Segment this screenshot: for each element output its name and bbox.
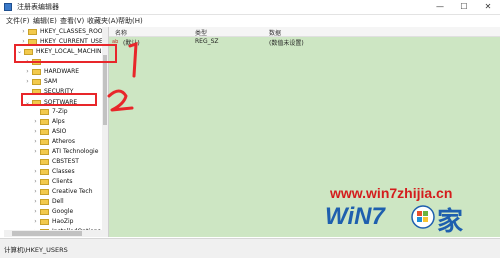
status-bar: 计算机\HKEY_USERS (0, 238, 500, 258)
folder-icon (40, 149, 49, 155)
expand-chevron-icon[interactable]: › (32, 177, 39, 187)
tree-item-label: Google (52, 208, 74, 215)
expand-chevron-icon[interactable]: › (32, 207, 39, 217)
folder-icon (40, 189, 49, 195)
folder-icon (32, 69, 41, 75)
watermark-logo-suffix: 家 (437, 207, 464, 237)
title-bar: 注册表编辑器 — ☐ ✕ (0, 0, 500, 15)
tree-item-label: Alps (52, 118, 65, 125)
tree-horizontal-scrollbar[interactable] (4, 230, 108, 237)
watermark-logo-text: WiN7 (325, 203, 385, 230)
tree-item-label: Atheros (52, 138, 75, 145)
expand-chevron-icon[interactable]: › (32, 127, 39, 137)
close-button[interactable]: ✕ (476, 0, 500, 14)
tree-item-label: HKEY_CLASSES_ROOT (40, 28, 107, 35)
watermark-url: www.win7zhijia.cn (330, 185, 453, 201)
expand-chevron-icon[interactable]: › (24, 67, 31, 77)
expand-chevron-icon[interactable]: › (24, 77, 31, 87)
tree-item-label: Clients (52, 178, 73, 185)
minimize-button[interactable]: — (428, 0, 452, 14)
value-data: (数值未设置) (269, 40, 304, 47)
tree-item-label: ATI Technologie (52, 148, 99, 155)
menu-bar: 文件(F) 编辑(E) 查看(V) 收藏夹(A) 帮助(H) (0, 15, 500, 26)
folder-icon (40, 199, 49, 205)
menu-file[interactable]: 文件(F) (6, 16, 30, 26)
menu-view[interactable]: 查看(V) (60, 16, 84, 26)
expand-chevron-icon[interactable]: › (20, 27, 27, 37)
menu-edit[interactable]: 编辑(E) (33, 16, 57, 26)
scrollbar-thumb[interactable] (12, 231, 82, 236)
tree-item-label: CBSTEST (52, 158, 79, 165)
folder-icon (40, 119, 49, 125)
expand-chevron-icon[interactable]: › (32, 117, 39, 127)
value-row[interactable]: ab (默认) REG_SZ (数值未设置) (109, 37, 500, 47)
folder-icon (28, 29, 37, 35)
folder-icon (40, 159, 49, 165)
tree-item-label: ASIO (52, 128, 67, 135)
expand-chevron-icon[interactable]: › (32, 147, 39, 157)
annotation-number-2 (107, 89, 134, 112)
expand-chevron-icon[interactable]: › (32, 167, 39, 177)
expand-chevron-icon[interactable]: › (32, 187, 39, 197)
status-path: 计算机\HKEY_USERS (4, 246, 68, 254)
tree-item-label: Dell (52, 198, 64, 205)
windows-logo-icon (411, 205, 435, 229)
column-header-row: 名称 类型 数据 (109, 27, 500, 37)
column-header-name[interactable]: 名称 (115, 28, 127, 37)
expand-chevron-icon[interactable]: › (32, 137, 39, 147)
window-title: 注册表编辑器 (17, 3, 59, 11)
expand-chevron-icon[interactable]: › (32, 197, 39, 207)
tree-item-label: 7-Zip (52, 108, 68, 115)
menu-help[interactable]: 帮助(H) (118, 16, 143, 26)
folder-icon (40, 179, 49, 185)
tree-item-label: HARDWARE (44, 68, 80, 75)
folder-icon (40, 169, 49, 175)
folder-icon (40, 109, 49, 115)
value-type: REG_SZ (195, 38, 219, 45)
folder-icon (40, 219, 49, 225)
annotation-box-software (21, 93, 97, 106)
column-header-data[interactable]: 数据 (269, 28, 281, 37)
folder-icon (40, 209, 49, 215)
folder-icon (32, 79, 41, 85)
tree-item-label: HaoZip (52, 218, 74, 225)
regedit-app-icon (4, 3, 12, 11)
annotation-number-1 (128, 42, 138, 78)
column-header-type[interactable]: 类型 (195, 28, 207, 37)
tree-item-label: SAM (44, 78, 58, 85)
menu-favorites[interactable]: 收藏夹(A) (87, 16, 118, 26)
folder-icon (40, 129, 49, 135)
maximize-button[interactable]: ☐ (452, 0, 476, 14)
expand-chevron-icon[interactable]: › (32, 217, 39, 227)
tree-item-label: Creative Tech (52, 188, 93, 195)
annotation-box-hklm (14, 44, 117, 63)
folder-icon (40, 139, 49, 145)
tree-item-label: Classes (52, 168, 75, 175)
